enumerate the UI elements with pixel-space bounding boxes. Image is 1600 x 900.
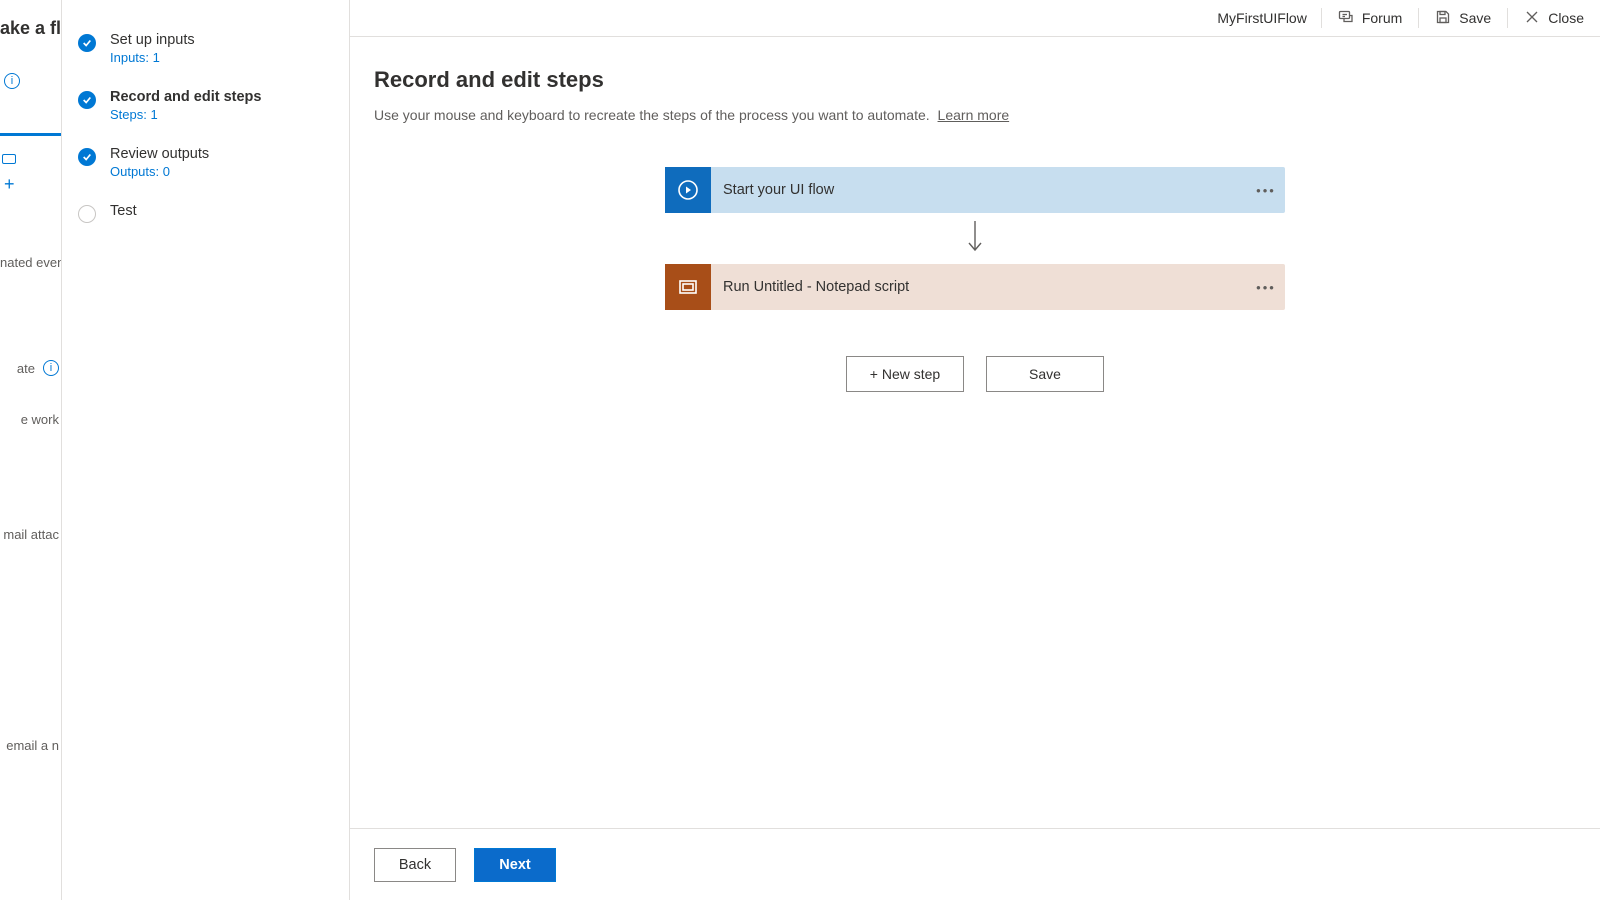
forum-button[interactable]: Forum: [1322, 0, 1418, 36]
sliver-fragment-1: nated even: [0, 255, 61, 270]
selected-indicator-bar: [0, 133, 62, 136]
check-icon: [78, 91, 96, 109]
close-label: Close: [1548, 10, 1584, 26]
wizard-step-title: Review outputs: [110, 146, 209, 162]
wizard-footer: Back Next: [350, 828, 1600, 900]
play-record-icon: [665, 167, 711, 213]
circle-icon: [78, 205, 96, 223]
wizard-step-sub: Steps: 1: [110, 107, 261, 122]
back-button[interactable]: Back: [374, 848, 456, 882]
flow-actions-row: + New step Save: [846, 356, 1104, 392]
page-description: Use your mouse and keyboard to recreate …: [374, 107, 1576, 123]
wizard-steps-sidebar: Set up inputs Inputs: 1 Record and edit …: [62, 0, 350, 900]
panel-icon: [2, 154, 16, 164]
sliver-fragment-4: mail attac: [0, 527, 61, 542]
save-button[interactable]: Save: [1419, 0, 1507, 36]
forum-label: Forum: [1362, 10, 1402, 26]
sliver-fragment-2: ate: [17, 361, 37, 376]
save-label: Save: [1459, 10, 1491, 26]
sliver-fragment-3: e work: [0, 412, 61, 427]
sliver-fragment-5: email a n: [0, 738, 61, 753]
wizard-step-title: Set up inputs: [110, 32, 195, 48]
arrow-down-icon: [965, 219, 985, 258]
flow-designer: Start your UI flow ••• Run Untitled - No…: [374, 167, 1576, 392]
more-icon[interactable]: •••: [1247, 183, 1285, 198]
left-sliver-panel: ake a fl i + nated even ate i e work mai…: [0, 0, 62, 900]
flow-card-start[interactable]: Start your UI flow •••: [665, 167, 1285, 213]
flow-save-button[interactable]: Save: [986, 356, 1104, 392]
wizard-step-sub: Outputs: 0: [110, 164, 209, 179]
wizard-step-inputs[interactable]: Set up inputs Inputs: 1: [74, 26, 337, 83]
flow-card-script[interactable]: Run Untitled - Notepad script •••: [665, 264, 1285, 310]
more-icon[interactable]: •••: [1247, 280, 1285, 295]
info-icon: i: [43, 360, 59, 376]
wizard-step-outputs[interactable]: Review outputs Outputs: 0: [74, 140, 337, 197]
top-bar: MyFirstUIFlow Forum Save: [350, 0, 1600, 36]
forum-icon: [1338, 9, 1354, 28]
page-description-text: Use your mouse and keyboard to recreate …: [374, 107, 930, 123]
check-icon: [78, 34, 96, 52]
new-step-button[interactable]: + New step: [846, 356, 964, 392]
flow-card-label: Run Untitled - Notepad script: [711, 279, 1247, 295]
wizard-step-record[interactable]: Record and edit steps Steps: 1: [74, 83, 337, 140]
page-title: Record and edit steps: [374, 67, 1576, 93]
next-button[interactable]: Next: [474, 848, 556, 882]
wizard-step-title: Record and edit steps: [110, 89, 261, 105]
learn-more-link[interactable]: Learn more: [938, 107, 1010, 123]
save-icon: [1435, 9, 1451, 28]
wizard-step-sub: Inputs: 1: [110, 50, 195, 65]
sliver-title-fragment: ake a fl: [0, 18, 61, 39]
script-icon: [665, 264, 711, 310]
close-icon: [1524, 9, 1540, 28]
flow-card-label: Start your UI flow: [711, 182, 1247, 198]
wizard-step-test[interactable]: Test: [74, 197, 337, 241]
close-button[interactable]: Close: [1508, 0, 1600, 36]
wizard-step-title: Test: [110, 203, 137, 219]
main-panel: MyFirstUIFlow Forum Save: [350, 0, 1600, 900]
add-icon[interactable]: +: [4, 174, 61, 195]
flow-name[interactable]: MyFirstUIFlow: [1217, 10, 1320, 26]
info-icon: i: [4, 73, 20, 89]
check-icon: [78, 148, 96, 166]
content-area: Record and edit steps Use your mouse and…: [350, 37, 1600, 828]
